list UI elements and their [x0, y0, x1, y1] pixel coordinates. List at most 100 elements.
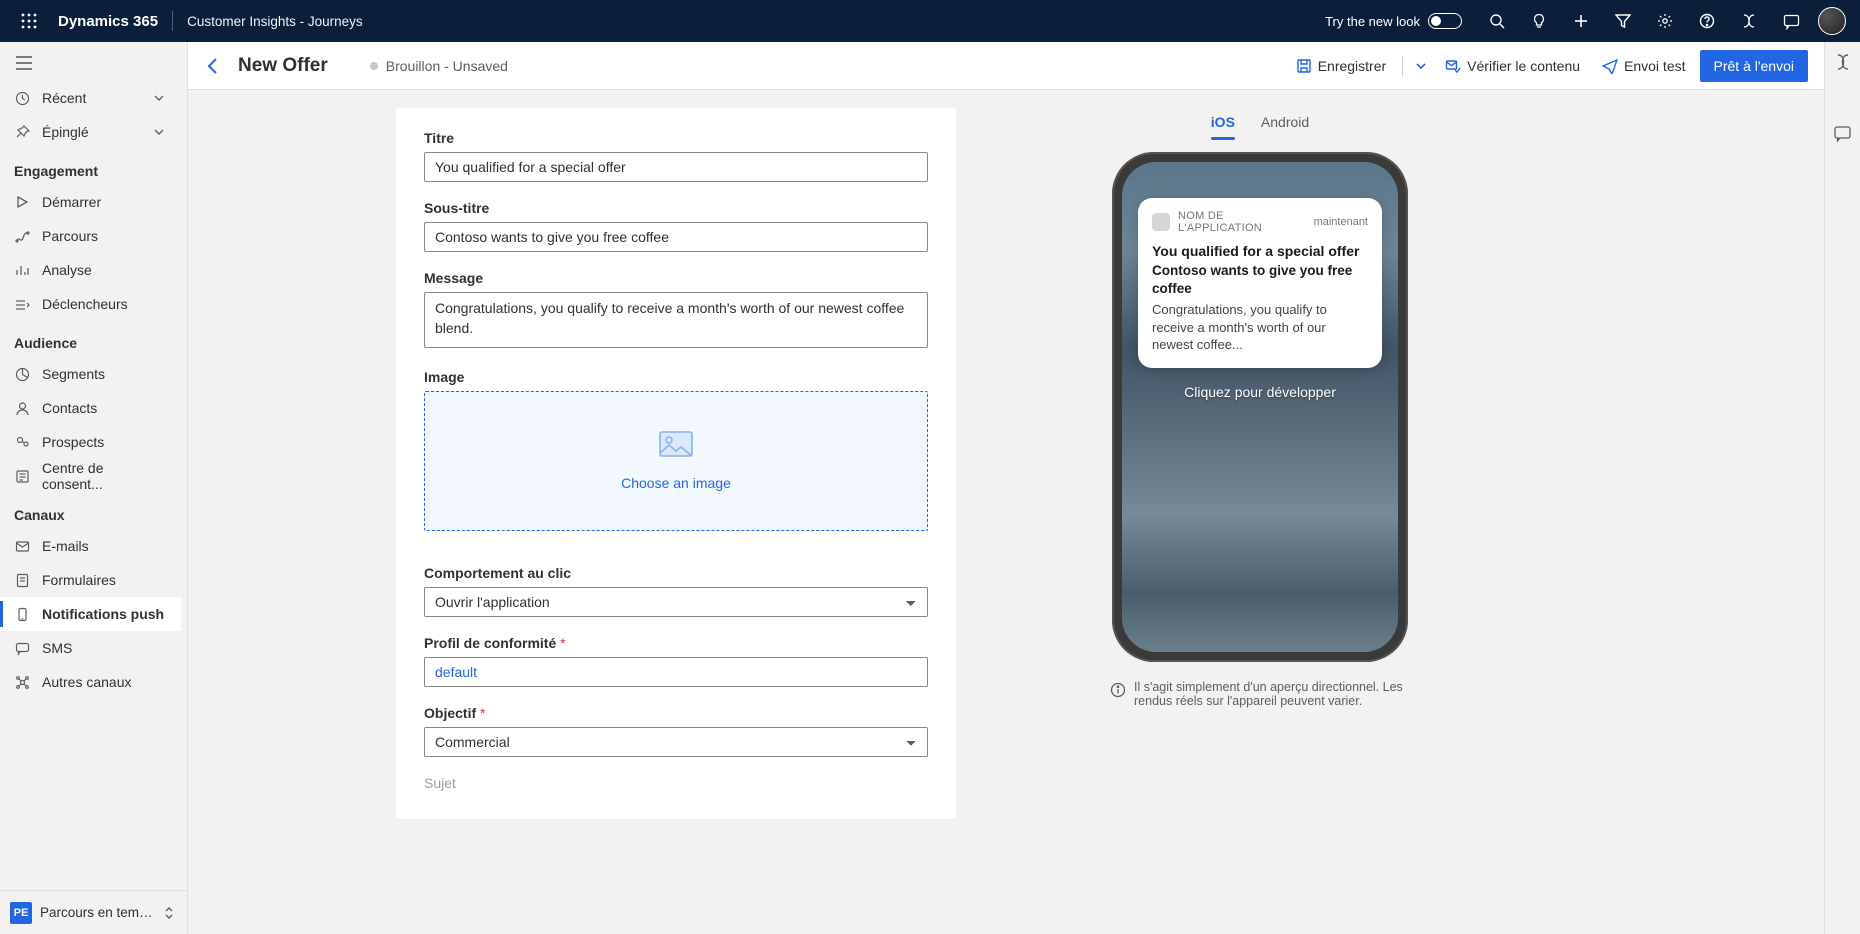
copilot-rail-icon[interactable]	[1833, 52, 1853, 72]
save-dropdown[interactable]	[1411, 50, 1431, 82]
preview-tabs: iOS Android	[1211, 108, 1309, 140]
copilot-icon[interactable]	[1728, 0, 1770, 42]
lightbulb-icon[interactable]	[1518, 0, 1560, 42]
message-textarea[interactable]: Congratulations, you qualify to receive …	[424, 292, 928, 348]
main-area: New Offer Brouillon - Unsaved Enregistre…	[188, 42, 1824, 934]
field-titre: Titre	[424, 130, 928, 182]
test-send-button[interactable]: Envoi test	[1594, 50, 1693, 82]
push-icon	[14, 606, 30, 622]
field-compliance-profile: Profil de conformité default	[424, 635, 928, 687]
global-topbar: Dynamics 365 Customer Insights - Journey…	[0, 0, 1860, 42]
nav-demarrer[interactable]: Démarrer	[0, 185, 181, 219]
user-avatar[interactable]	[1818, 7, 1846, 35]
choose-image-link: Choose an image	[621, 475, 731, 491]
image-dropzone[interactable]: Choose an image	[424, 391, 928, 531]
settings-icon[interactable]	[1644, 0, 1686, 42]
compliance-lookup[interactable]: default	[424, 657, 928, 687]
person-icon	[14, 400, 30, 416]
soustitre-input[interactable]	[424, 222, 928, 252]
form-card: Titre Sous-titre Message Congratulations…	[396, 108, 956, 819]
image-label: Image	[424, 369, 928, 385]
nav-emails-label: E-mails	[42, 538, 89, 554]
nav-segments[interactable]: Segments	[0, 357, 181, 391]
app-launcher-icon[interactable]	[8, 0, 50, 42]
nav-declencheurs-label: Déclencheurs	[42, 296, 128, 312]
info-icon	[1110, 682, 1126, 698]
test-send-label: Envoi test	[1624, 58, 1685, 74]
phone-screen[interactable]: NOM DE L'APPLICATION maintenant You qual…	[1122, 162, 1398, 652]
nav-sms[interactable]: SMS	[0, 631, 181, 665]
nav-contacts[interactable]: Contacts	[0, 391, 181, 425]
nav-analyse-label: Analyse	[42, 262, 92, 278]
chevron-down-icon	[151, 90, 167, 106]
mail-icon	[14, 538, 30, 554]
nav-analyse[interactable]: Analyse	[0, 253, 181, 287]
nav-emails[interactable]: E-mails	[0, 529, 181, 563]
chat-rail-icon[interactable]	[1833, 124, 1853, 144]
page-title: New Offer	[238, 55, 328, 77]
notif-title: You qualified for a special offer	[1152, 242, 1368, 260]
message-label: Message	[424, 270, 928, 286]
nav-demarrer-label: Démarrer	[42, 194, 101, 210]
compliance-value: default	[435, 664, 477, 680]
save-label: Enregistrer	[1318, 58, 1386, 74]
nav-prospects[interactable]: Prospects	[0, 425, 181, 459]
notif-app-name: NOM DE L'APPLICATION	[1178, 210, 1306, 234]
verify-content-button[interactable]: Vérifier le contenu	[1437, 50, 1588, 82]
toggle-switch-icon[interactable]	[1428, 13, 1462, 29]
command-bar: New Offer Brouillon - Unsaved Enregistre…	[188, 42, 1824, 90]
updown-icon	[161, 905, 177, 921]
objectif-select[interactable]: Commercial	[424, 727, 928, 757]
form-icon	[14, 572, 30, 588]
field-soustitre: Sous-titre	[424, 200, 928, 252]
nav-prospects-label: Prospects	[42, 434, 104, 450]
nav-section-engagement: Engagement	[0, 149, 181, 185]
consent-icon	[14, 468, 30, 484]
field-message: Message Congratulations, you qualify to …	[424, 270, 928, 351]
titre-input[interactable]	[424, 152, 928, 182]
play-icon	[14, 194, 30, 210]
nav-area-switcher[interactable]: PE Parcours en temp...	[0, 890, 187, 934]
field-sujet: Sujet	[424, 775, 928, 791]
notif-body: Congratulations, you qualify to receive …	[1152, 301, 1368, 354]
app-shell: Récent Épinglé Engagement Démarrer Parco…	[0, 42, 1860, 934]
nav-consent-center[interactable]: Centre de consent...	[0, 459, 181, 493]
back-button[interactable]	[204, 56, 224, 76]
nav-declencheurs[interactable]: Déclencheurs	[0, 287, 181, 321]
nav-sms-label: SMS	[42, 640, 72, 656]
nav-segments-label: Segments	[42, 366, 105, 382]
nav-other-channels[interactable]: Autres canaux	[0, 665, 181, 699]
click-to-expand-hint: Cliquez pour développer	[1184, 384, 1336, 400]
nav-parcours[interactable]: Parcours	[0, 219, 181, 253]
nav-recent-label: Récent	[42, 90, 86, 106]
area-label: Parcours en temp...	[40, 905, 153, 920]
nav-notifications-push[interactable]: Notifications push	[0, 597, 181, 631]
save-button[interactable]: Enregistrer	[1288, 50, 1394, 82]
nav-pinned[interactable]: Épinglé	[0, 115, 181, 149]
filter-icon[interactable]	[1602, 0, 1644, 42]
topbar-divider	[172, 11, 173, 31]
try-new-look-toggle[interactable]: Try the new look	[1325, 13, 1462, 29]
plus-icon[interactable]	[1560, 0, 1602, 42]
nav-hamburger-icon[interactable]	[0, 42, 187, 81]
search-icon[interactable]	[1476, 0, 1518, 42]
sujet-label: Sujet	[424, 775, 928, 791]
prospects-icon	[14, 434, 30, 450]
nav-pinned-label: Épinglé	[42, 124, 89, 140]
nav-push-label: Notifications push	[42, 606, 164, 622]
click-label: Comportement au clic	[424, 565, 928, 581]
tab-ios[interactable]: iOS	[1211, 108, 1235, 140]
chat-icon[interactable]	[1770, 0, 1812, 42]
help-icon[interactable]	[1686, 0, 1728, 42]
nav-formulaires[interactable]: Formulaires	[0, 563, 181, 597]
send-icon	[1602, 58, 1618, 74]
right-rail	[1824, 42, 1860, 934]
click-behavior-select[interactable]: Ouvrir l'application	[424, 587, 928, 617]
nav-recent[interactable]: Récent	[0, 81, 181, 115]
ready-to-send-button[interactable]: Prêt à l'envoi	[1700, 50, 1809, 82]
nav-consent-label: Centre de consent...	[42, 460, 167, 492]
titre-label: Titre	[424, 130, 928, 146]
left-sidebar: Récent Épinglé Engagement Démarrer Parco…	[0, 42, 188, 934]
app-subtitle[interactable]: Customer Insights - Journeys	[187, 14, 363, 29]
tab-android[interactable]: Android	[1261, 108, 1309, 140]
